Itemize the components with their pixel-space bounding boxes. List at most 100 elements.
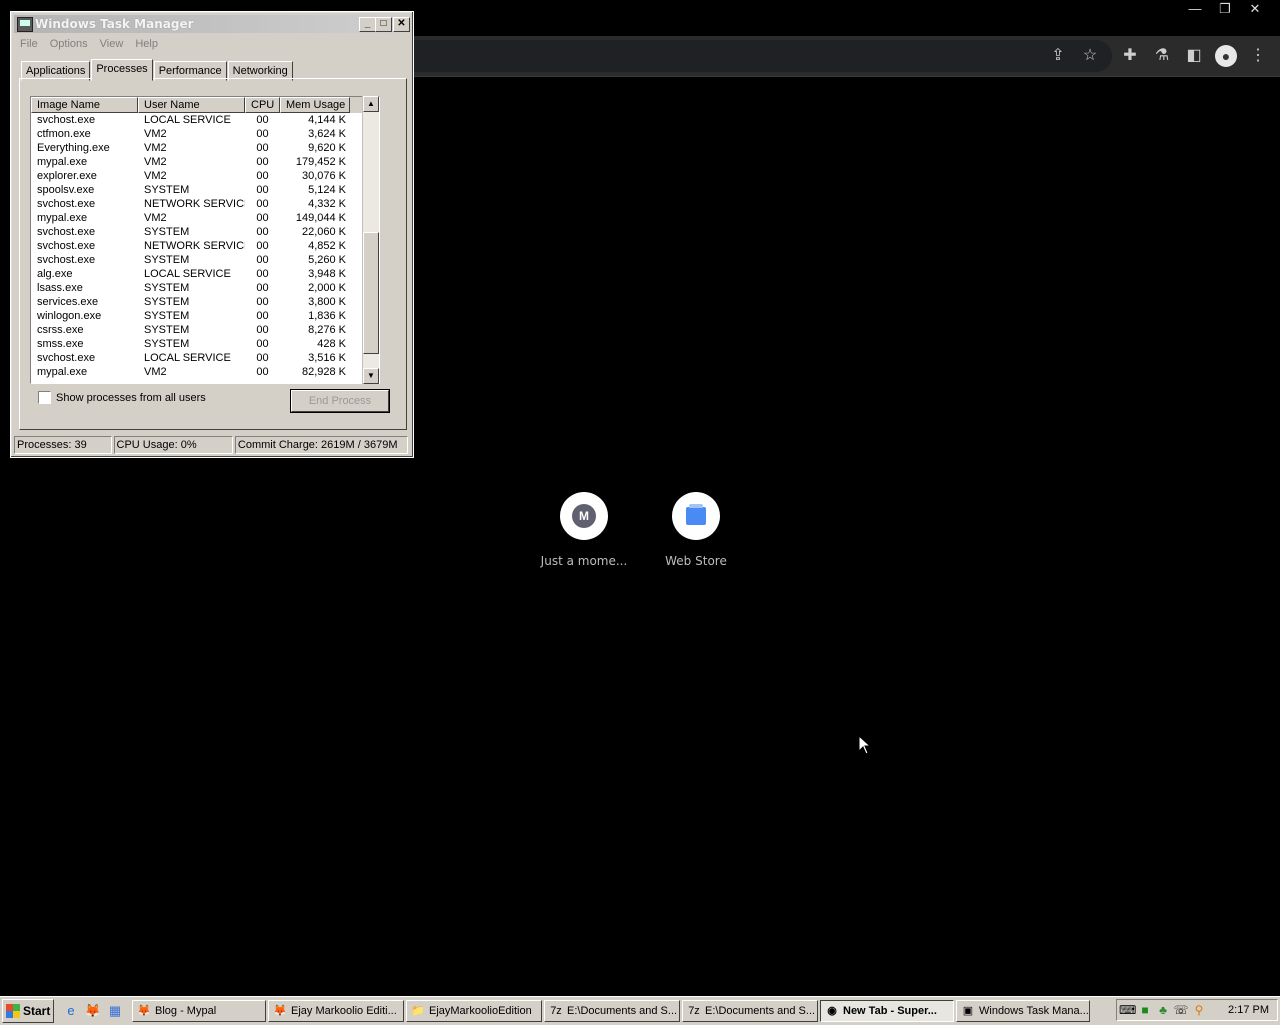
taskbar-app-icon: ▣ — [962, 1005, 974, 1017]
process-user-name: VM2 — [144, 142, 167, 154]
column-cpu[interactable]: CPU — [245, 97, 280, 113]
process-row[interactable]: svchost.exe SYSTEM 00 22,060 K — [31, 225, 379, 239]
phone-icon[interactable]: ☏ — [1173, 1002, 1189, 1018]
scroll-thumb[interactable] — [363, 232, 379, 354]
process-row[interactable]: svchost.exe LOCAL SERVICE 00 3,516 K — [31, 351, 379, 365]
taskbar-button-label: E:\Documents and S... — [705, 1005, 816, 1017]
process-row[interactable]: mypal.exe VM2 00 149,044 K — [31, 211, 379, 225]
minimize-button[interactable]: — — [1180, 0, 1210, 18]
taskbar-app-icon: ◉ — [827, 1005, 837, 1017]
column-mem-usage[interactable]: Mem Usage — [280, 97, 350, 113]
start-button[interactable]: Start — [2, 999, 54, 1023]
process-mem-usage: 8,276 K — [308, 324, 346, 336]
process-row[interactable]: svchost.exe SYSTEM 00 5,260 K — [31, 253, 379, 267]
network-icon[interactable]: ♣ — [1155, 1002, 1171, 1018]
restore-button[interactable]: ❐ — [1210, 0, 1240, 18]
labs-icon[interactable]: ⚗ — [1150, 44, 1174, 68]
taskbar-button[interactable]: 📁 EjayMarkoolioEdition — [406, 1000, 542, 1022]
process-cpu: 00 — [256, 240, 269, 252]
close-button[interactable]: ✕ — [1240, 0, 1270, 18]
taskbar-button[interactable]: 7z E:\Documents and S... — [544, 1000, 680, 1022]
process-row[interactable]: svchost.exe NETWORK SERVICE 00 4,332 K — [31, 197, 379, 211]
browser-window-controls: — ❐ ✕ — [1180, 0, 1270, 18]
show-all-users-checkbox[interactable] — [38, 391, 51, 404]
process-mem-usage: 2,000 K — [308, 282, 346, 294]
taskbar-button-label: E:\Documents and S... — [567, 1005, 678, 1017]
process-row[interactable]: mypal.exe VM2 00 82,928 K — [31, 365, 379, 379]
keyboard-icon[interactable]: ⌨ — [1119, 1002, 1136, 1018]
process-user-name: LOCAL SERVICE — [144, 268, 231, 280]
side-panel-icon[interactable]: ◧ — [1182, 44, 1206, 68]
scroll-down-icon[interactable]: ▼ — [363, 368, 379, 384]
menu-options[interactable]: Options — [44, 35, 94, 53]
taskbar-button[interactable]: ◉ New Tab - Super... — [820, 1000, 954, 1022]
process-mem-usage: 82,928 K — [301, 366, 346, 378]
firefox-icon[interactable]: 🦊 — [84, 1002, 102, 1020]
menu-help[interactable]: Help — [129, 35, 164, 53]
process-mem-usage: 22,060 K — [301, 226, 346, 238]
process-mem-usage: 4,852 K — [308, 240, 346, 252]
search-icon[interactable]: ⚲ — [1191, 1002, 1207, 1018]
process-image-name: winlogon.exe — [37, 310, 102, 322]
title-bar[interactable]: Windows Task Manager _ □ ✕ — [14, 15, 410, 33]
process-row[interactable]: alg.exe LOCAL SERVICE 00 3,948 K — [31, 267, 379, 281]
shortcut-just-a-moment[interactable]: M Just a mome... — [529, 492, 639, 568]
taskbar-button[interactable]: 🦊 Blog - Mypal — [132, 1000, 266, 1022]
scroll-up-icon[interactable]: ▲ — [363, 96, 379, 112]
process-image-name: svchost.exe — [37, 254, 96, 266]
process-cpu: 00 — [256, 296, 269, 308]
process-cpu: 00 — [256, 310, 269, 322]
process-row[interactable]: mypal.exe VM2 00 179,452 K — [31, 155, 379, 169]
column-image-name[interactable]: Image Name — [31, 97, 138, 113]
menu-file[interactable]: File — [14, 35, 44, 53]
process-row[interactable]: explorer.exe VM2 00 30,076 K — [31, 169, 379, 183]
process-row[interactable]: Everything.exe VM2 00 9,620 K — [31, 141, 379, 155]
taskbar: Start e 🦊 ▦ 🦊 Blog - Mypal 🦊 Ejay Markoolio… — [0, 996, 1280, 1025]
column-user-name[interactable]: User Name — [138, 97, 245, 113]
process-row[interactable]: csrss.exe SYSTEM 00 8,276 K — [31, 323, 379, 337]
process-list-scrollbar[interactable]: ▲ ▼ — [362, 96, 379, 384]
taskbar-button[interactable]: 🦊 Ejay Markoolio Editi... — [268, 1000, 404, 1022]
desktop-icon[interactable]: ▦ — [106, 1002, 124, 1020]
tm-minimize-button[interactable]: _ — [359, 17, 376, 32]
menu-view[interactable]: View — [94, 35, 130, 53]
process-row[interactable]: svchost.exe LOCAL SERVICE 00 4,144 K — [31, 113, 379, 127]
extensions-icon[interactable]: ✚ — [1118, 44, 1142, 68]
process-image-name: mypal.exe — [37, 212, 88, 224]
process-row[interactable]: svchost.exe NETWORK SERVICE 00 4,852 K — [31, 239, 379, 253]
process-cpu: 00 — [256, 212, 269, 224]
process-mem-usage: 1,836 K — [308, 310, 346, 322]
address-bar[interactable] — [412, 40, 1112, 72]
process-row[interactable]: ctfmon.exe VM2 00 3,624 K — [31, 127, 379, 141]
tm-close-button[interactable]: ✕ — [393, 17, 410, 32]
process-cpu: 00 — [256, 170, 269, 182]
tm-maximize-button[interactable]: □ — [375, 17, 392, 32]
process-row[interactable]: spoolsv.exe SYSTEM 00 5,124 K — [31, 183, 379, 197]
taskbar-button[interactable]: 7z E:\Documents and S... — [682, 1000, 818, 1022]
taskbar-button-label: Blog - Mypal — [155, 1005, 217, 1017]
mypal-favicon-icon: M — [572, 504, 596, 528]
process-user-name: SYSTEM — [144, 338, 190, 350]
process-mem-usage: 149,044 K — [295, 212, 346, 224]
status-cpu-usage: CPU Usage: 0% — [113, 436, 233, 454]
process-user-name: LOCAL SERVICE — [144, 352, 231, 364]
end-process-button[interactable]: End Process — [291, 390, 389, 412]
taskbar-button[interactable]: ▣ Windows Task Mana... — [956, 1000, 1090, 1022]
star-icon[interactable]: ☆ — [1078, 44, 1102, 68]
green-status-icon[interactable]: ■ — [1137, 1002, 1153, 1018]
profile-icon[interactable]: ● — [1215, 45, 1237, 67]
show-all-users-option[interactable]: Show processes from all users — [38, 391, 206, 404]
process-mem-usage: 5,260 K — [308, 254, 346, 266]
task-buttons: 🦊 Blog - Mypal 🦊 Ejay Markoolio Editi... 📁 Ej… — [130, 1000, 1090, 1022]
process-user-name: SYSTEM — [144, 282, 190, 294]
process-row[interactable]: smss.exe SYSTEM 00 428 K — [31, 337, 379, 351]
shortcut-web-store[interactable]: Web Store — [641, 492, 751, 568]
menu-icon[interactable]: ⋮ — [1246, 44, 1270, 68]
share-icon[interactable]: ⇪ — [1046, 44, 1070, 68]
process-row[interactable]: services.exe SYSTEM 00 3,800 K — [31, 295, 379, 309]
ie-icon[interactable]: e — [62, 1002, 80, 1020]
process-row[interactable]: lsass.exe SYSTEM 00 2,000 K — [31, 281, 379, 295]
tab-processes[interactable]: Processes — [91, 59, 153, 81]
process-list[interactable]: Image Name User Name CPU Mem Usage svcho… — [30, 96, 380, 384]
process-row[interactable]: winlogon.exe SYSTEM 00 1,836 K — [31, 309, 379, 323]
